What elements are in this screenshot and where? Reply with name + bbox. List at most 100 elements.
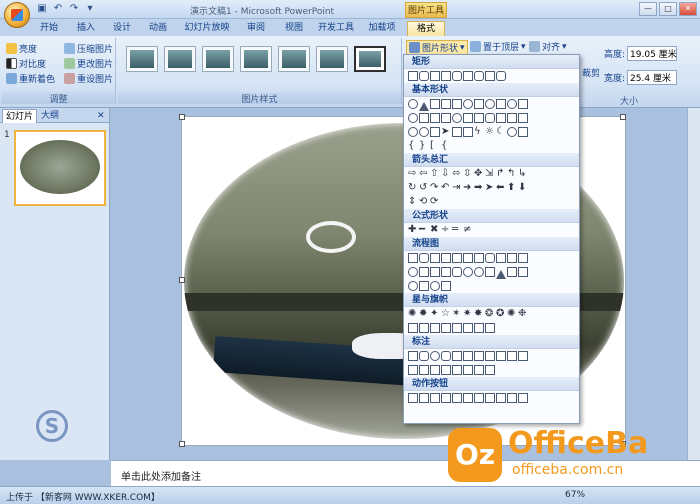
shape[interactable] (463, 267, 473, 277)
resize-handle[interactable] (179, 277, 185, 283)
shape[interactable] (452, 253, 462, 263)
callout-shape[interactable] (441, 351, 451, 361)
rounded-rectangle-shape[interactable] (496, 71, 506, 81)
star-shape[interactable]: ❂ (485, 309, 495, 319)
rectangle-shape[interactable] (430, 71, 440, 81)
arrow-shape[interactable]: ⬅ (496, 183, 506, 193)
brightness-button[interactable]: 亮度 (6, 42, 37, 55)
sun-shape[interactable]: ☼ (485, 127, 495, 137)
tab-outline[interactable]: 大纲 (38, 109, 62, 123)
picture-style-4[interactable] (240, 46, 272, 72)
tab-insert[interactable]: 插入 (72, 21, 100, 36)
shape[interactable] (452, 267, 462, 277)
shape[interactable] (474, 99, 484, 109)
picture-style-1[interactable] (126, 46, 158, 72)
rectangle-shape[interactable] (463, 71, 473, 81)
close-icon[interactable]: ✕ (679, 2, 697, 16)
callout-shape[interactable] (474, 351, 484, 361)
maximize-icon[interactable]: □ (659, 2, 677, 16)
shape[interactable] (419, 127, 429, 137)
brace-shape[interactable]: { (408, 141, 418, 151)
rectangle-shape[interactable] (408, 71, 418, 81)
star-shape[interactable]: ✺ (507, 309, 517, 319)
brace-shape[interactable]: } (419, 141, 429, 151)
shape[interactable] (452, 127, 462, 137)
callout-shape[interactable] (441, 365, 451, 375)
heart-shape[interactable] (463, 127, 473, 137)
callout-shape[interactable] (452, 351, 462, 361)
callout-shape[interactable] (485, 365, 495, 375)
arrow-shape[interactable]: ⟲ (419, 197, 429, 207)
rectangle-shape[interactable] (441, 71, 451, 81)
shape[interactable] (441, 253, 451, 263)
picture-shape-button[interactable]: 图片形状 ▾ (406, 40, 468, 55)
tab-home[interactable]: 开始 (34, 21, 64, 36)
star-shape[interactable]: ✹ (419, 309, 429, 319)
shape[interactable] (507, 267, 517, 277)
down-arrow-shape[interactable]: ⇩ (441, 169, 451, 179)
undo-icon[interactable]: ↶ (52, 3, 64, 15)
banner-shape[interactable] (419, 323, 429, 333)
callout-shape[interactable] (463, 351, 473, 361)
arrow-shape[interactable]: ↰ (507, 169, 517, 179)
arrow-shape[interactable]: ⇥ (452, 183, 462, 193)
shape[interactable] (441, 99, 451, 109)
callout-shape[interactable] (419, 365, 429, 375)
shape[interactable] (496, 99, 506, 109)
shape[interactable] (474, 113, 484, 123)
shape[interactable] (430, 267, 440, 277)
zoom-level[interactable]: 67% (565, 490, 585, 500)
vertical-scrollbar[interactable] (687, 108, 700, 460)
banner-shape[interactable] (441, 323, 451, 333)
plus-shape[interactable]: ✚ (408, 225, 418, 235)
picture-style-7[interactable] (354, 46, 386, 72)
shape[interactable] (474, 253, 484, 263)
oval-shape[interactable] (408, 99, 418, 109)
shape[interactable] (452, 99, 462, 109)
action-button-shape[interactable] (518, 393, 528, 403)
shape[interactable] (518, 253, 528, 263)
picture-style-5[interactable] (278, 46, 310, 72)
resize-handle[interactable] (179, 441, 185, 447)
shape[interactable] (463, 113, 473, 123)
quad-arrow-shape[interactable]: ✥ (474, 169, 484, 179)
shape[interactable] (441, 267, 451, 277)
rounded-rectangle-shape[interactable] (474, 71, 484, 81)
bring-to-front-button[interactable]: 置于顶层 ▾ (470, 40, 526, 53)
shape[interactable] (518, 113, 528, 123)
action-button-shape[interactable] (430, 393, 440, 403)
lightning-shape[interactable]: ϟ (474, 127, 484, 137)
arrow-shape[interactable]: ➤ (485, 183, 495, 193)
rounded-rectangle-shape[interactable] (452, 71, 462, 81)
up-down-arrow-shape[interactable]: ⇳ (463, 169, 473, 179)
callout-shape[interactable] (430, 351, 440, 361)
minimize-icon[interactable]: — (639, 2, 657, 16)
arrow-shape[interactable]: ↺ (419, 183, 429, 193)
star-shape[interactable]: ✺ (408, 309, 418, 319)
left-right-arrow-shape[interactable]: ⬄ (452, 169, 462, 179)
office-button[interactable] (4, 2, 30, 28)
shape[interactable] (419, 267, 429, 277)
right-arrow-shape[interactable]: ⇨ (408, 169, 418, 179)
callout-shape[interactable] (518, 351, 528, 361)
left-arrow-shape[interactable]: ⇦ (419, 169, 429, 179)
qat-customize-icon[interactable]: ▾ (84, 3, 96, 15)
arrow-shape[interactable]: ⬆ (507, 183, 517, 193)
callout-shape[interactable] (463, 365, 473, 375)
shape[interactable] (496, 253, 506, 263)
callout-shape[interactable] (452, 365, 462, 375)
shape[interactable] (430, 253, 440, 263)
callout-shape[interactable] (507, 351, 517, 361)
rounded-rectangle-shape[interactable] (419, 71, 429, 81)
callout-shape[interactable] (496, 351, 506, 361)
up-arrow-shape[interactable]: ⇧ (430, 169, 440, 179)
banner-shape[interactable] (463, 323, 473, 333)
shape[interactable] (419, 113, 429, 123)
arrow-shape[interactable]: ↳ (518, 169, 528, 179)
action-button-shape[interactable] (496, 393, 506, 403)
multiply-shape[interactable]: ✖ (430, 225, 440, 235)
banner-shape[interactable] (430, 323, 440, 333)
tab-view[interactable]: 视图 (280, 21, 308, 36)
tab-addins[interactable]: 加载项 (366, 21, 398, 36)
action-button-shape[interactable] (441, 393, 451, 403)
